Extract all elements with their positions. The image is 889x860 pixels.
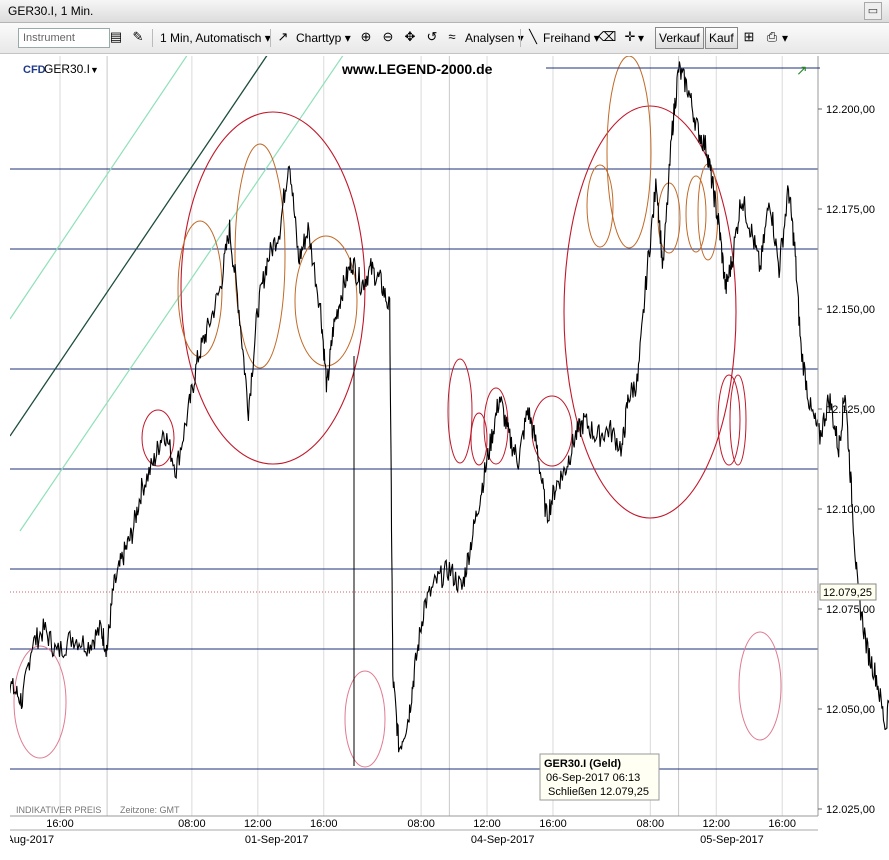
tooltip-close-value: 12.079,25 [600,786,649,798]
x-time-label: 08:00 [407,818,435,830]
analysis-icon: ≈ [448,29,456,44]
sell-button[interactable]: Verkauf [655,27,704,49]
x-time-label: 12:00 [473,818,501,830]
indicative-price-label: INDIKATIVER PREIS [16,805,101,815]
instrument-input[interactable]: Instrument [18,28,110,48]
y-tick-label: 12.200,00 [826,104,875,116]
crosshair-icon[interactable]: ✛ [622,29,638,45]
price-chart: 12.200,00 12.175,00 12.150,00 12.125,00 12.1… [0,50,889,855]
y-tick-label: 12.175,00 [826,204,875,216]
indicator-icon[interactable]: ✎ [130,29,146,45]
analyses-label: Analysen [465,31,515,45]
analyses-dropdown[interactable]: Analysen ▾ [465,28,524,48]
zoom-in-icon[interactable]: ⊕ [358,29,374,45]
window-title: GER30.I, 1 Min. [8,4,94,18]
reset-icon[interactable]: ↺ [424,29,440,45]
website-label: www.LEGEND-2000.de [341,61,493,77]
x-date-label: 05-Sep-2017 [700,834,764,846]
y-tick-label: 12.150,00 [826,304,875,316]
toolbar-separator [270,29,271,47]
charttype-dropdown[interactable]: Charttyp ▾ [296,28,351,48]
tooltip-title: GER30.I (Geld) [544,758,621,770]
y-tick-label: 12.075,00 [826,604,875,616]
x-time-label: 12:00 [244,818,272,830]
x-time-label: 16:00 [310,818,338,830]
instrument-badge-icon: CFD [23,64,46,76]
freehand-label: Freihand [543,31,591,45]
x-time-label: 16:00 [539,818,567,830]
x-time-label: 08:00 [178,818,206,830]
chart-settings-icon[interactable]: ⊞ [741,29,757,45]
eraser-icon[interactable]: ⌫ [598,29,616,45]
x-date-label: 04-Sep-2017 [471,834,535,846]
trend-up-icon: ↗ [796,62,808,78]
charttype-label: Charttyp [296,31,342,45]
toolbar-separator [520,29,521,47]
interval-label: 1 Min, Automatisch [160,31,262,45]
toolbar: Instrument ▤ ✎ 1 Min, Automatisch ▾ ↗ Ch… [0,23,889,54]
x-date-label: 31-Aug-2017 [10,834,54,846]
x-time-label: 16:00 [768,818,796,830]
freehand-dropdown[interactable]: Freihand ▾ [543,28,600,48]
print-dropdown-icon[interactable]: ▾ [782,28,788,48]
tooltip-close-label: Schließen [548,786,597,798]
crosshair-dropdown-icon[interactable]: ▾ [638,28,644,48]
last-price-label: 12.079,25 [823,587,872,599]
instrument-dropdown-icon: ▼ [90,65,99,75]
zoom-out-icon[interactable]: ⊖ [380,29,396,45]
instrument-list-icon[interactable]: ▤ [108,29,124,45]
line-chart-icon: ↗ [277,29,289,44]
window-titlebar: GER30.I, 1 Min. ▭ [0,0,889,23]
x-time-label: 08:00 [637,818,665,830]
timezone-label: Zeitzone: GMT [120,805,180,815]
y-tick-label: 12.100,00 [826,504,875,516]
x-time-label: 12:00 [702,818,730,830]
y-tick-label: 12.025,00 [826,804,875,816]
toolbar-separator [152,29,153,47]
print-icon[interactable]: ⎙ [764,29,780,45]
buy-button[interactable]: Kauf [705,27,738,49]
close-icon[interactable]: ▭ [864,2,882,20]
x-date-label: 01-Sep-2017 [245,834,309,846]
chart-area[interactable]: 12.200,00 12.175,00 12.150,00 12.125,00 12.1… [0,50,889,855]
x-time-label: 16:00 [46,818,74,830]
tooltip-datetime: 06-Sep-2017 06:13 [546,772,640,784]
freehand-icon: ╲ [529,29,537,44]
chart-instrument-label: GER30.I [44,62,90,76]
y-tick-label: 12.125,00 [826,404,875,416]
price-tooltip: GER30.I (Geld) 06-Sep-2017 06:13 Schließ… [539,753,660,801]
interval-dropdown[interactable]: 1 Min, Automatisch ▾ [160,28,271,48]
y-tick-label: 12.050,00 [826,704,875,716]
pan-icon[interactable]: ✥ [402,29,418,45]
